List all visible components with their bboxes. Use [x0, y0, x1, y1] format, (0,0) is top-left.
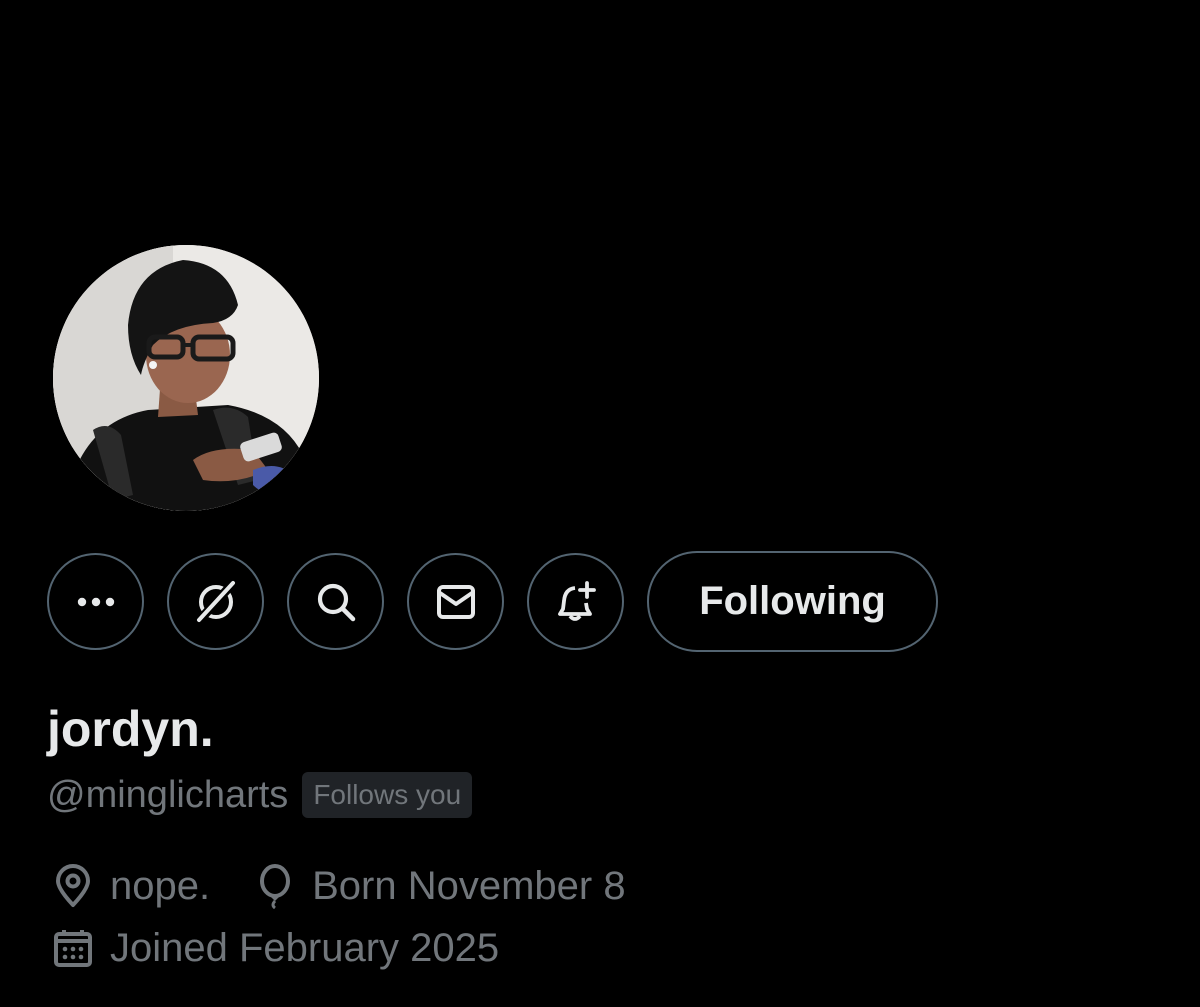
bell-plus-icon	[552, 578, 600, 626]
mail-icon	[432, 578, 480, 626]
grok-button[interactable]	[167, 553, 264, 650]
display-name: jordyn.	[47, 701, 214, 757]
joined-item: Joined February 2025	[50, 925, 499, 971]
notify-button[interactable]	[527, 553, 624, 650]
birthday-text: Born November 8	[312, 863, 626, 908]
location-text: nope.	[110, 863, 211, 908]
avatar[interactable]	[53, 245, 319, 511]
location-pin-icon	[50, 863, 96, 909]
more-button[interactable]	[47, 553, 144, 650]
calendar-icon	[50, 925, 96, 971]
location-item: nope.	[50, 863, 210, 909]
joined-text: Joined February 2025	[110, 925, 500, 970]
meta-row-1: nope. Born November 8	[50, 863, 668, 909]
grok-icon	[192, 578, 240, 626]
message-button[interactable]	[407, 553, 504, 650]
handle: @minglicharts	[47, 773, 289, 816]
search-button[interactable]	[287, 553, 384, 650]
birthday-item: Born November 8	[252, 863, 626, 909]
meta-row-2: Joined February 2025	[50, 925, 541, 971]
search-icon	[312, 578, 360, 626]
profile-photo	[53, 245, 319, 511]
profile-actions: Following	[47, 551, 938, 652]
handle-row: @minglicharts Follows you	[47, 772, 473, 818]
more-dots-icon	[72, 578, 120, 626]
following-button[interactable]: Following	[647, 551, 938, 652]
follows-you-badge: Follows you	[302, 772, 473, 818]
balloon-icon	[252, 863, 298, 909]
